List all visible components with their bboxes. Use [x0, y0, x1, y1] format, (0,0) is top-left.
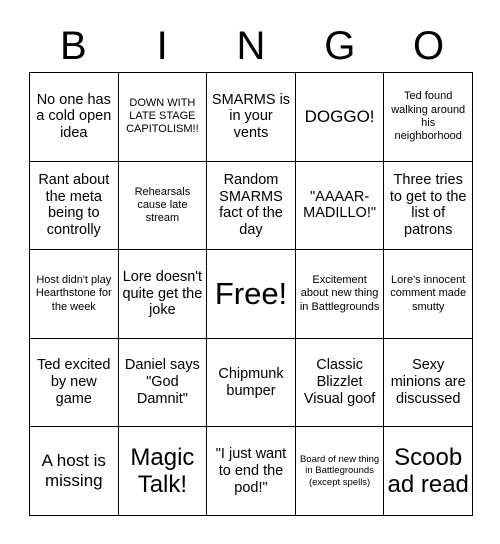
bingo-cell-i1[interactable]: DOWN WITH LATE STAGE CAPITOLISM!! [118, 73, 208, 162]
bingo-cell-label: Scoob ad read [387, 443, 469, 499]
bingo-cell-n2[interactable]: Random SMARMS fact of the day [207, 161, 296, 251]
bingo-grid: No one has a cold open idea DOWN WITH LAT… [29, 72, 473, 516]
bingo-cell-g5[interactable]: Board of new thing in Battlegrounds (exc… [295, 427, 385, 516]
bingo-cell-o3[interactable]: Lore's innocent comment made smutty [384, 250, 473, 339]
bingo-cell-label: SMARMS is in your vents [211, 91, 291, 142]
bingo-cell-label: Board of new thing in Battlegrounds (exc… [299, 453, 380, 488]
bingo-cell-n1[interactable]: SMARMS is in your vents [207, 73, 296, 162]
bingo-cell-label: Daniel says "God Damnit" [124, 357, 200, 407]
bingo-cell-o4[interactable]: Sexy minions are discussed [384, 338, 473, 428]
bingo-cell-label: DOGGO! [304, 106, 375, 126]
bingo-cell-label: A host is missing [41, 451, 106, 491]
bingo-cell-b3[interactable]: Host didn't play Hearthstone for the wee… [30, 250, 119, 339]
bingo-header-letter-b: B [60, 24, 87, 68]
bingo-card: B I N G O No one has a cold open idea DOW… [0, 0, 500, 544]
bingo-cell-b5[interactable]: A host is missing [30, 427, 119, 516]
bingo-cell-label: No one has a cold open idea [36, 91, 112, 142]
bingo-cell-b4[interactable]: Ted excited by new game [30, 338, 119, 428]
bingo-header-row: B I N G O [29, 20, 473, 72]
bingo-cell-g3[interactable]: Excitement about new thing in Battlegrou… [295, 250, 385, 339]
bingo-cell-b1[interactable]: No one has a cold open idea [30, 73, 119, 162]
bingo-cell-label: DOWN WITH LATE STAGE CAPITOLISM!! [126, 97, 199, 136]
bingo-cell-label: Lore's innocent comment made smutty [390, 274, 467, 313]
bingo-cell-label: Excitement about new thing in Battlegrou… [299, 274, 380, 313]
bingo-header-letter-n: N [236, 24, 266, 68]
bingo-cell-g1[interactable]: DOGGO! [295, 73, 385, 162]
bingo-cell-n4[interactable]: Chipmunk bumper [207, 338, 296, 428]
bingo-cell-i5[interactable]: Magic Talk! [118, 427, 208, 516]
bingo-cell-label: Free! [214, 275, 288, 311]
bingo-cell-label: Classic Blizzlet Visual goof [303, 357, 376, 407]
bingo-cell-label: Host didn't play Hearthstone for the wee… [35, 274, 112, 313]
bingo-cell-label: "AAAAR-MADILLO!" [303, 188, 377, 222]
bingo-header-letter-i: I [156, 24, 168, 68]
bingo-cell-label: Ted excited by new game [37, 357, 111, 407]
bingo-cell-label: Chipmunk bumper [218, 365, 284, 399]
bingo-header-letter-o: O [413, 24, 445, 68]
bingo-cell-n3[interactable]: Free! [207, 250, 296, 339]
bingo-cell-label: Sexy minions are discussed [390, 357, 466, 407]
bingo-cell-label: Magic Talk! [130, 443, 195, 499]
bingo-cell-i3[interactable]: Lore doesn't quite get the joke [118, 250, 208, 339]
bingo-cell-label: Ted found walking around his neighborhoo… [391, 90, 466, 142]
bingo-cell-o2[interactable]: Three tries to get to the list of patron… [384, 161, 473, 251]
bingo-header-letter-g: G [324, 24, 356, 68]
bingo-cell-n5[interactable]: "I just want to end the pod!" [207, 427, 296, 516]
bingo-cell-label: Rehearsals cause late stream [134, 185, 191, 224]
bingo-cell-b2[interactable]: Rant about the meta being to controlly [30, 161, 119, 251]
bingo-cell-label: Rant about the meta being to controlly [38, 171, 110, 239]
bingo-cell-i4[interactable]: Daniel says "God Damnit" [118, 338, 208, 428]
bingo-cell-label: "I just want to end the pod!" [215, 445, 287, 496]
bingo-cell-o1[interactable]: Ted found walking around his neighborhoo… [384, 73, 473, 162]
bingo-cell-o5[interactable]: Scoob ad read [384, 427, 473, 516]
bingo-cell-label: Three tries to get to the list of patron… [389, 171, 467, 239]
bingo-cell-g4[interactable]: Classic Blizzlet Visual goof [295, 338, 385, 428]
bingo-cell-label: Random SMARMS fact of the day [219, 171, 283, 239]
bingo-cell-label: Lore doesn't quite get the joke [122, 268, 203, 319]
bingo-cell-g2[interactable]: "AAAAR-MADILLO!" [295, 161, 385, 251]
bingo-cell-i2[interactable]: Rehearsals cause late stream [118, 161, 208, 251]
